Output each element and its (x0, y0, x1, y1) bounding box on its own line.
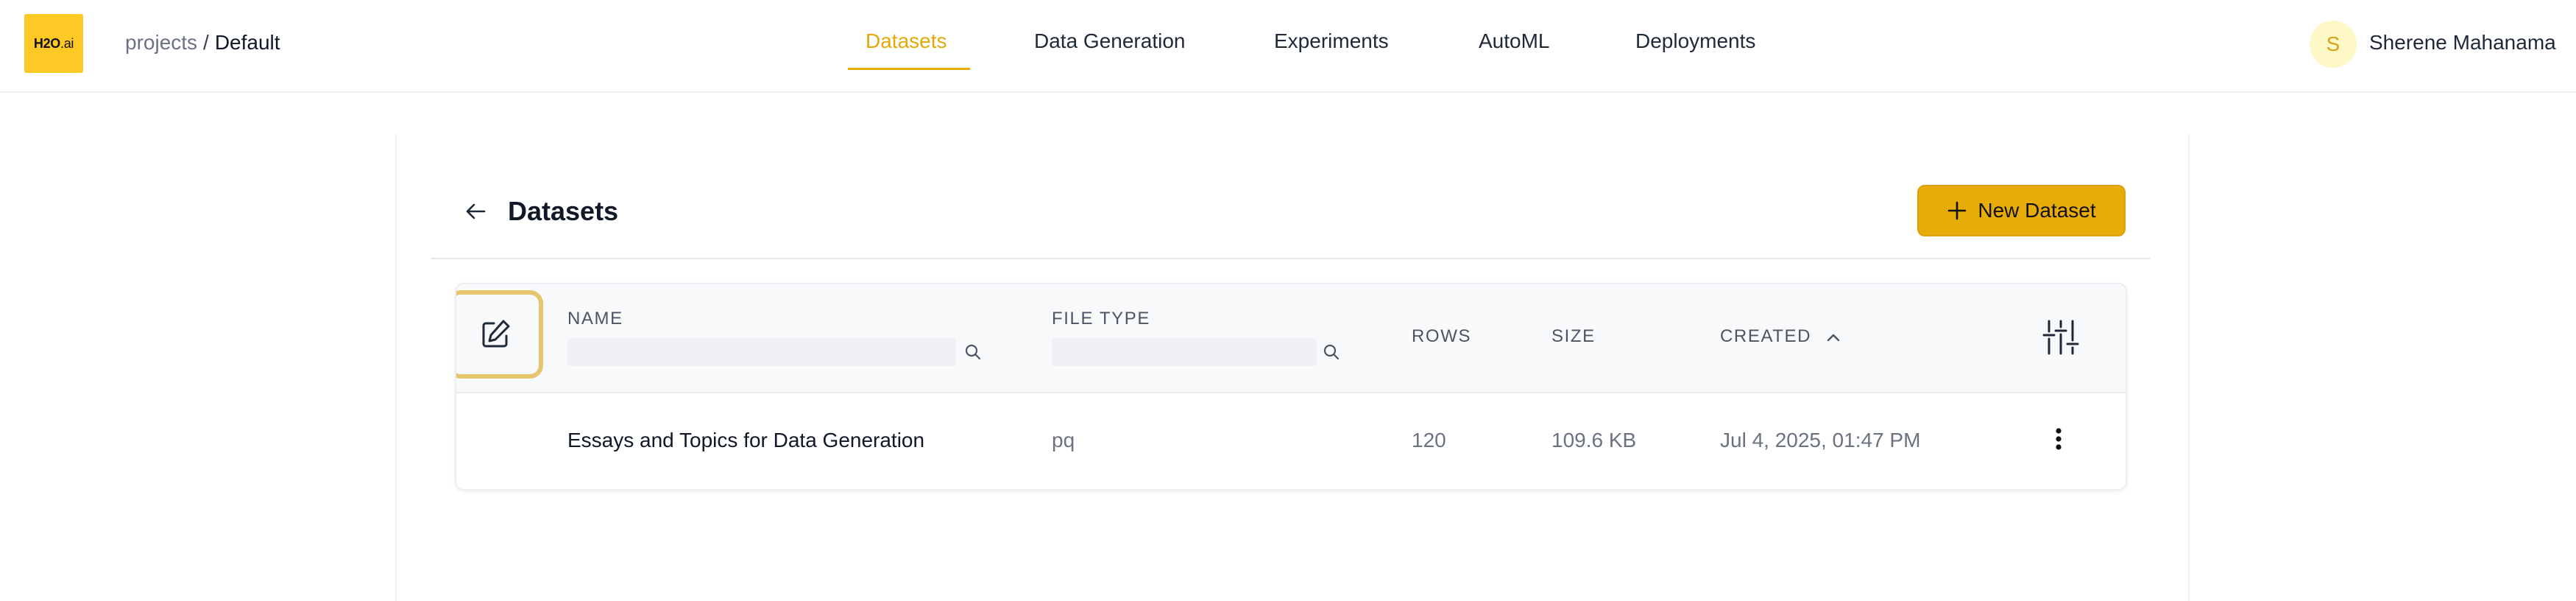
h2o-logo[interactable]: H2O .ai (24, 14, 83, 73)
arrow-left-icon[interactable] (461, 197, 490, 226)
nav-tab-automl[interactable]: AutoML (1479, 29, 1550, 53)
sliders-icon[interactable] (2042, 318, 2080, 356)
edit-pencil-icon (482, 320, 510, 348)
column-header-rows[interactable]: ROWS (1412, 326, 1471, 347)
dataset-size: 109.6 KB (1551, 429, 1637, 451)
new-dataset-label: New Dataset (1978, 199, 2096, 222)
row-actions-button[interactable] (2048, 424, 2070, 454)
file-type-filter-input[interactable] (1052, 338, 1317, 366)
name-filter-input[interactable] (567, 338, 956, 366)
active-tab-indicator (848, 68, 970, 70)
column-header-created[interactable]: CREATED (1720, 326, 1842, 347)
datasets-table: NAME FILE TYPE ROWS SIZE CREATED Essays … (455, 283, 2127, 491)
user-avatar[interactable]: S (2310, 21, 2357, 68)
top-bar: H2O .ai projects / Default Datasets Data Ge… (0, 0, 2576, 93)
page-title: Datasets (508, 196, 619, 226)
nav-tab-datasets[interactable]: Datasets (866, 29, 947, 53)
dataset-created: Jul 4, 2025, 01:47 PM (1720, 429, 1921, 451)
more-vertical-icon (2056, 428, 2062, 450)
plus-icon (1948, 201, 1967, 220)
user-name[interactable]: Sherene Mahanama (2369, 31, 2556, 55)
search-icon[interactable] (1322, 342, 1341, 362)
breadcrumb-projects-link[interactable]: projects (125, 31, 197, 54)
breadcrumb-current: Default (214, 31, 280, 54)
created-header-label: CREATED (1720, 326, 1812, 346)
dataset-file-type: pq (1052, 429, 1075, 451)
breadcrumb-separator: / (203, 31, 209, 54)
logo-text: H2O (33, 35, 60, 51)
nav-tab-data-generation[interactable]: Data Generation (1034, 29, 1185, 53)
title-divider (431, 258, 2150, 259)
edit-button[interactable] (456, 290, 543, 379)
logo-suffix: .ai (60, 35, 74, 51)
breadcrumb: projects / Default (125, 31, 280, 55)
table-header: NAME FILE TYPE ROWS SIZE CREATED (456, 284, 2126, 393)
chevron-up-icon[interactable] (1825, 328, 1842, 346)
nav-tab-experiments[interactable]: Experiments (1274, 29, 1389, 53)
column-header-file-type[interactable]: FILE TYPE (1052, 309, 1150, 329)
column-header-size[interactable]: SIZE (1551, 326, 1596, 347)
dataset-rows: 120 (1412, 429, 1446, 451)
dataset-name-link[interactable]: Essays and Topics for Data Generation (567, 429, 924, 452)
search-icon[interactable] (963, 342, 983, 362)
new-dataset-button[interactable]: New Dataset (1917, 185, 2126, 236)
column-header-name[interactable]: NAME (567, 309, 623, 329)
nav-tab-deployments[interactable]: Deployments (1635, 29, 1755, 53)
